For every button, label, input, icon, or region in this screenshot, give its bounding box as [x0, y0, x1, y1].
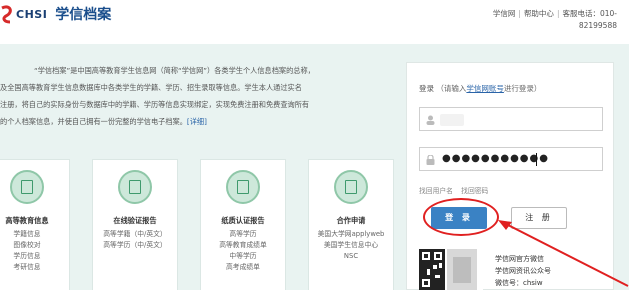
card-link[interactable]: 高等教育成绩单 [201, 240, 285, 251]
header: CHSI 学信档案 学信网 | 帮助中心 | 客服电话：010- 82199588 [0, 0, 629, 44]
text-cursor [536, 153, 537, 166]
lock-icon [426, 155, 435, 165]
forgot-password-link[interactable]: 找回密码 [461, 187, 488, 195]
handshake-icon [334, 170, 368, 204]
wechat-info: 学信网官方微信 学信网资讯公众号 微信号：chsiw [495, 253, 551, 289]
card-title: 高等教育信息 [5, 216, 49, 225]
card-higher-education-info[interactable]: 高等教育信息 学籍信息 图像校对 学历信息 考研信息 [0, 159, 70, 290]
intro-line-2: 及全国高等教育学生信息数据库中各类学生的学籍、学历、招生录取等信息。学生本人通过… [0, 83, 302, 92]
card-link[interactable]: 考研信息 [0, 262, 69, 273]
intro-more-link[interactable]: [详细] [187, 117, 207, 126]
wechat-line: 学信网资讯公众号 [495, 267, 551, 275]
user-icon [426, 115, 435, 125]
card-link[interactable]: 学历信息 [0, 251, 69, 262]
site-title: 学信档案 [55, 7, 112, 23]
card-link[interactable]: 高等学历 [201, 229, 285, 240]
password-value: ●●●●●●●●●●● [442, 153, 549, 164]
card-title: 纸质认证报告 [221, 216, 265, 225]
username-field[interactable] [419, 107, 603, 131]
card-paper-certification[interactable]: 纸质认证报告 高等学历 高等教育成绩单 中等学历 高考成绩单 [200, 159, 286, 290]
card-link[interactable]: 美国学生信息中心 [309, 240, 393, 251]
service-cards: 高等教育信息 学籍信息 图像校对 学历信息 考研信息 在线验证报告 高等学籍（中… [0, 159, 404, 290]
login-hint-suffix: 进行登录） [503, 84, 542, 93]
card-link[interactable]: 高等学籍（中/英文） [93, 229, 177, 240]
document-icon [118, 170, 152, 204]
card-cooperation[interactable]: 合作申请 美国大学网applyweb 美国学生信息中心 NSC [308, 159, 394, 290]
password-field[interactable]: ●●●●●●●●●●● [419, 147, 603, 171]
login-panel: 登录 （请输入学信网账号进行登录） ●●●●●●●●●●● 找回用户名 找回密码… [406, 62, 614, 290]
logo-swirl-icon [1, 5, 12, 24]
card-title: 在线验证报告 [113, 216, 157, 225]
intro-line-4: 的个人档案信息，并使自己拥有一份完整的学信电子档案。 [0, 117, 187, 126]
card-link[interactable]: 高等学历（中/英文） [93, 240, 177, 251]
card-link[interactable]: 高考成绩单 [201, 262, 285, 273]
hotline-number: 82199588 [578, 21, 617, 30]
card-title: 合作申请 [336, 216, 366, 225]
document-icon [226, 170, 260, 204]
top-links: 学信网 | 帮助中心 | 客服电话：010- 82199588 [492, 9, 617, 30]
toplink-help-center[interactable]: 帮助中心 [524, 9, 554, 18]
wechat-line: 微信号：chsiw [495, 279, 543, 287]
login-hint-prefix: （请输入 [436, 84, 467, 93]
card-link[interactable]: 美国大学网applyweb [309, 229, 393, 240]
toplink-xuexinwang[interactable]: 学信网 [493, 9, 516, 18]
card-online-verification[interactable]: 在线验证报告 高等学籍（中/英文） 高等学历（中/英文） [92, 159, 178, 290]
card-link[interactable]: NSC [309, 251, 393, 262]
annotation-circle [423, 198, 499, 236]
login-title: 登录 （请输入学信网账号进行登录） [419, 83, 541, 94]
intro-text: “学信档案”是中国高等教育学生信息网（简称“学信网”）各类学生个人信息档案的总称… [0, 62, 390, 130]
card-link[interactable]: 图像校对 [0, 240, 69, 251]
register-button[interactable]: 注 册 [511, 207, 567, 229]
forgot-username-link[interactable]: 找回用户名 [419, 187, 453, 195]
login-label: 登录 [419, 84, 434, 93]
qr-code-image [419, 249, 483, 290]
card-link[interactable]: 学籍信息 [0, 229, 69, 240]
username-value-blurred [440, 114, 464, 126]
card-link[interactable]: 中等学历 [201, 251, 285, 262]
recovery-links: 找回用户名 找回密码 [419, 185, 494, 195]
intro-line-1: “学信档案”是中国高等教育学生信息网（简称“学信网”）各类学生个人信息档案的总称… [34, 66, 315, 75]
document-icon [10, 170, 44, 204]
logo[interactable]: CHSI 学信档案 [0, 4, 111, 24]
intro-line-3: 注册，将自己的实际身份与数据库中的学籍、学历等信息实现绑定，实现免费注册和免费查… [0, 100, 310, 109]
hotline-label: 客服电话：010- [562, 9, 617, 18]
page: CHSI 学信档案 学信网 | 帮助中心 | 客服电话：010- 82199588 “学… [0, 0, 629, 290]
account-link[interactable]: 学信网账号 [466, 84, 504, 93]
logo-text: CHSI [16, 7, 48, 21]
wechat-line: 学信网官方微信 [495, 255, 544, 263]
